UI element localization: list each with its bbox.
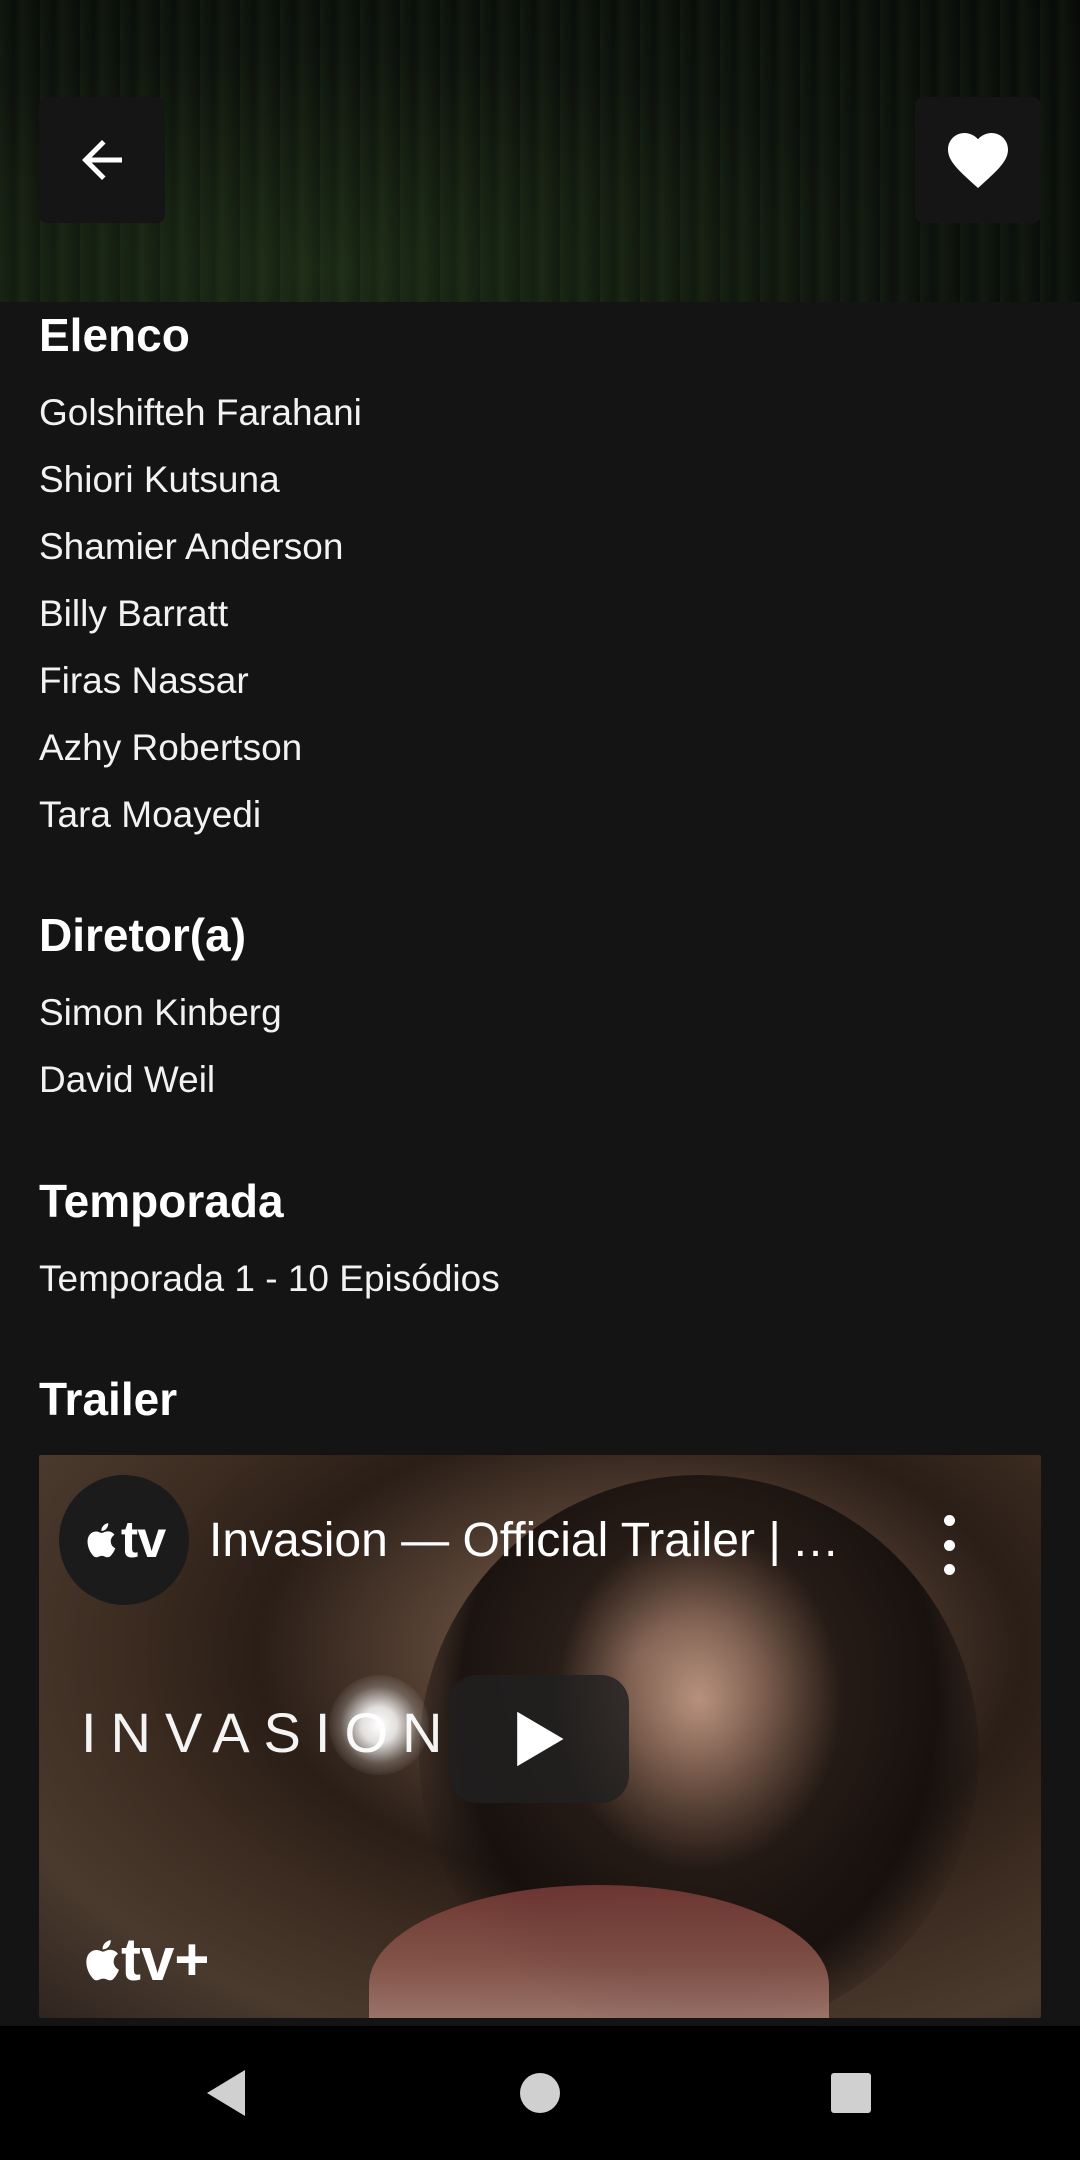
more-vert-icon[interactable] <box>934 1515 964 1575</box>
system-navigation-bar <box>0 2026 1080 2160</box>
trailer-title: Trailer <box>39 1373 178 1425</box>
favorite-button[interactable] <box>915 97 1041 223</box>
appletv-plus-logo: tv+ <box>81 1925 209 1994</box>
cast-item: Golshifteh Farahani <box>39 392 362 433</box>
circle-home-icon <box>520 2073 560 2113</box>
director-title: Diretor(a) <box>39 909 247 961</box>
cast-item: Shamier Anderson <box>39 526 344 567</box>
season-title: Temporada <box>39 1175 284 1227</box>
cast-item: Shiori Kutsuna <box>39 459 280 500</box>
season-item: Temporada 1 - 10 Episódios <box>39 1258 500 1299</box>
apple-logo-icon <box>86 1940 119 1981</box>
brand-label: tv+ <box>121 1926 210 1993</box>
nav-home-button[interactable] <box>505 2058 575 2128</box>
channel-label: tv <box>120 1511 166 1569</box>
nav-recents-button[interactable] <box>816 2058 886 2128</box>
cast-item: Azhy Robertson <box>39 727 303 768</box>
apple-logo-icon <box>87 1523 116 1558</box>
nav-back-button[interactable] <box>190 2058 260 2128</box>
arrow-left-icon <box>82 140 122 180</box>
cast-title: Elenco <box>39 309 190 361</box>
video-title[interactable]: Invasion — Official Trailer | A... <box>209 1513 859 1568</box>
director-item: Simon Kinberg <box>39 992 282 1033</box>
cast-item: Tara Moayedi <box>39 794 262 835</box>
director-item: David Weil <box>39 1059 216 1100</box>
heart-icon <box>948 133 1008 189</box>
square-recents-icon <box>831 2073 871 2113</box>
play-button[interactable] <box>449 1675 629 1803</box>
play-icon <box>517 1711 564 1767</box>
cast-item: Billy Barratt <box>39 593 229 634</box>
channel-avatar[interactable]: tv <box>59 1475 189 1605</box>
back-button[interactable] <box>39 97 165 223</box>
light-glow <box>329 1675 429 1775</box>
cast-item: Firas Nassar <box>39 660 249 701</box>
trailer-video[interactable]: tv Invasion — Official Trailer | A... IN… <box>39 1455 1041 2018</box>
triangle-back-icon <box>207 2070 245 2116</box>
